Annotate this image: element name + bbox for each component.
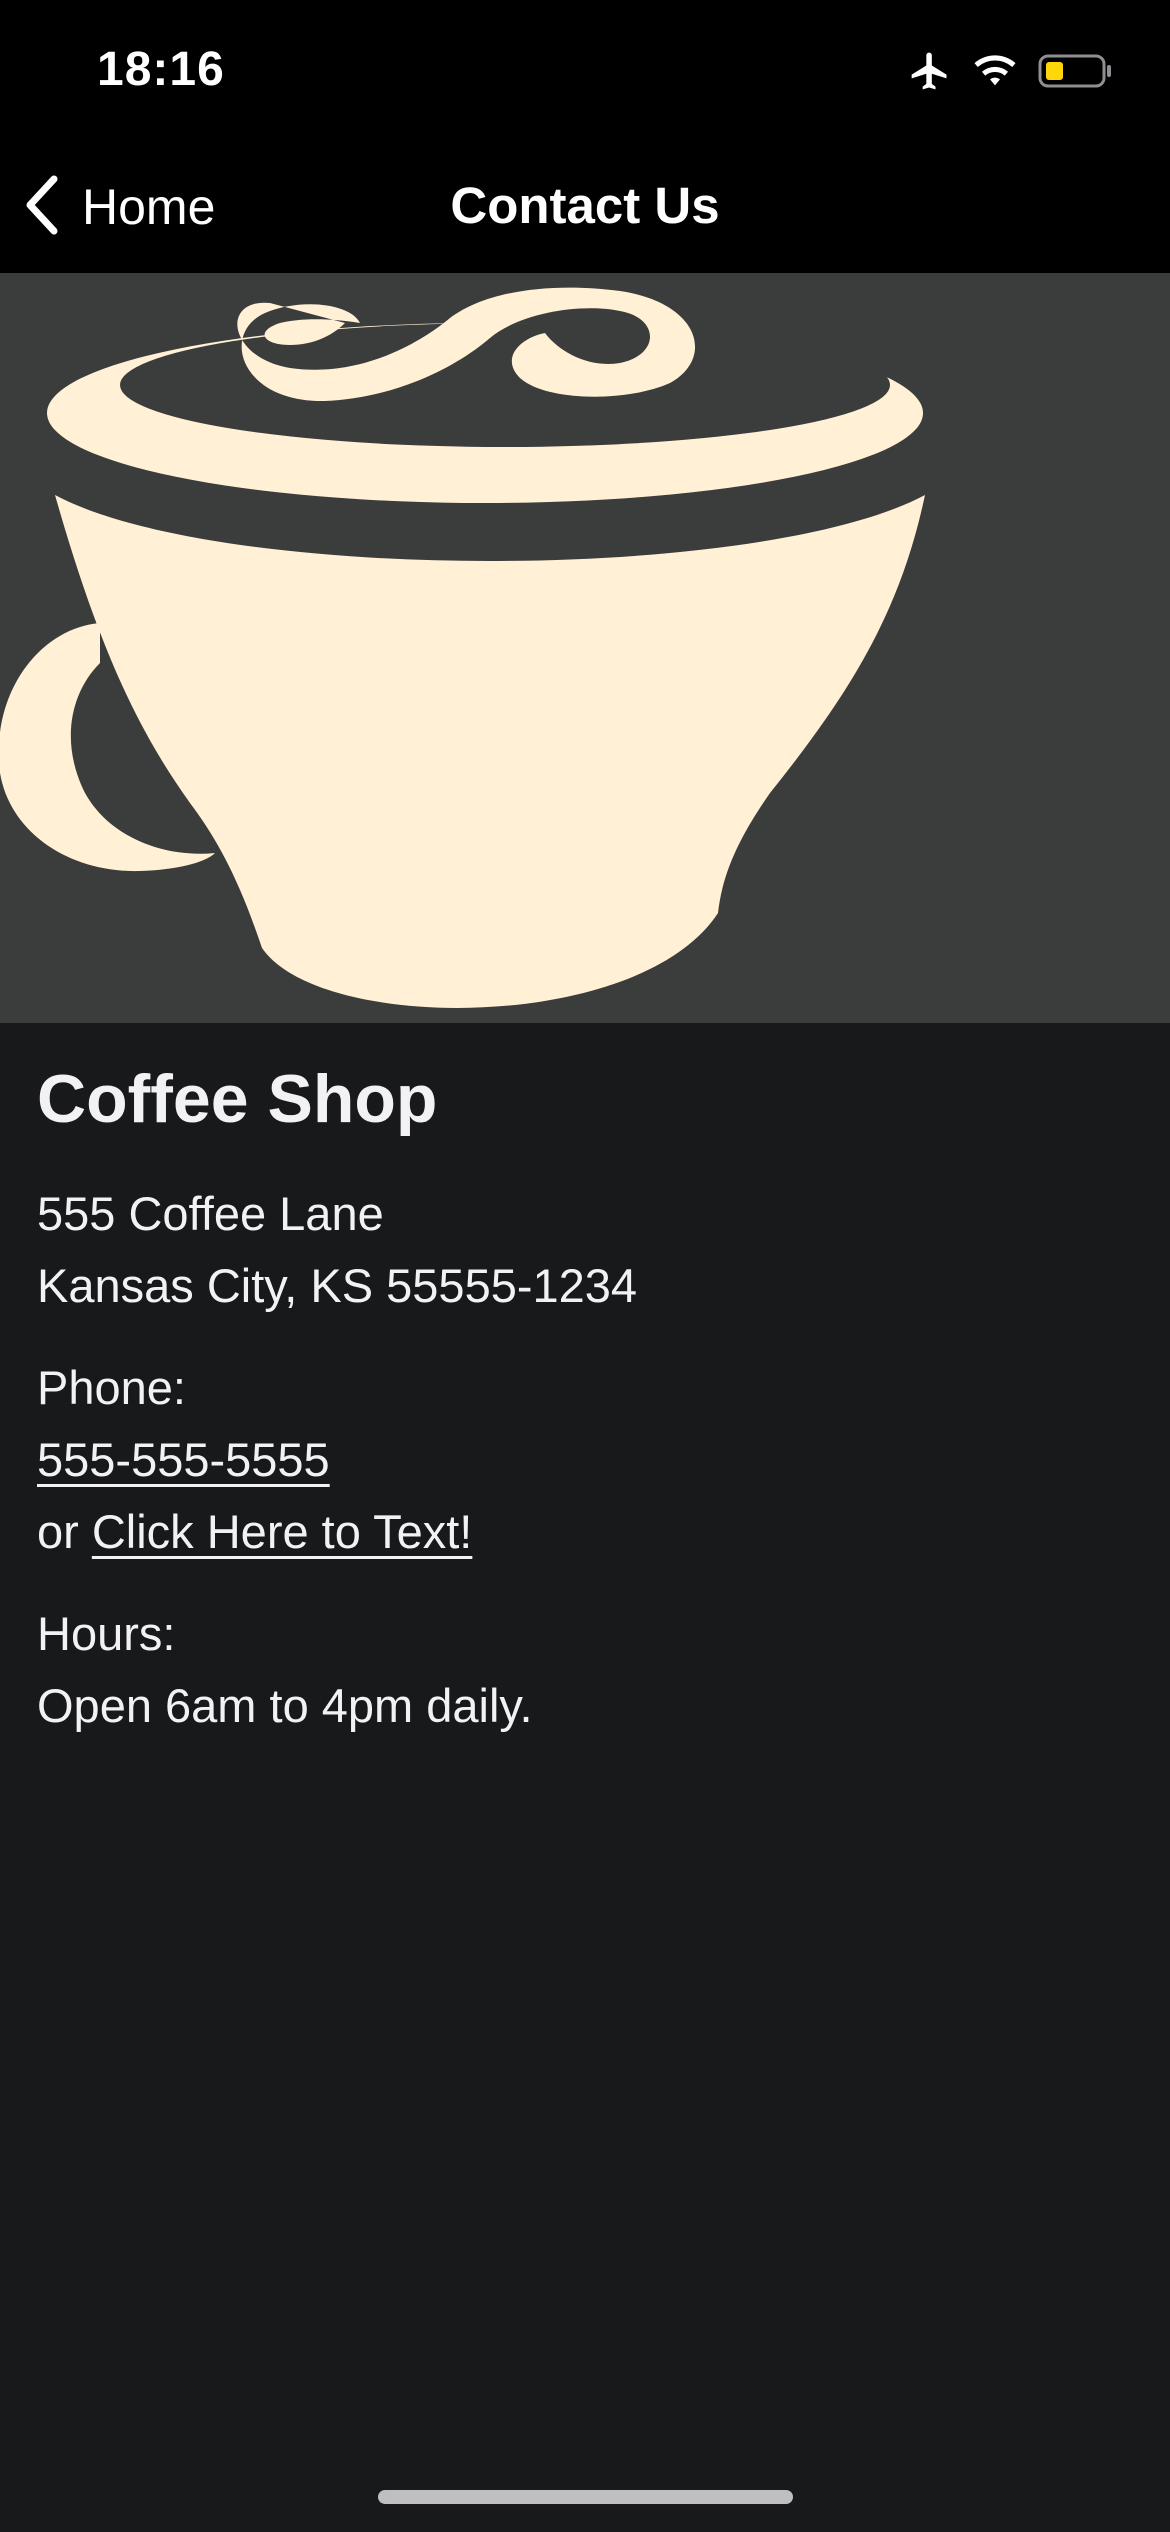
wifi-icon bbox=[972, 51, 1018, 96]
phone-label: Phone: bbox=[37, 1361, 186, 1414]
hours-value: Open 6am to 4pm daily. bbox=[37, 1679, 533, 1732]
page-title: Contact Us bbox=[450, 177, 720, 234]
battery-icon bbox=[1038, 53, 1114, 94]
address-line-2: Kansas City, KS 55555-1234 bbox=[37, 1259, 638, 1312]
airplane-icon bbox=[908, 49, 952, 98]
text-row: or Click Here to Text! bbox=[37, 1496, 1137, 1568]
contact-info: Coffee Shop 555 Coffee Lane Kansas City,… bbox=[37, 1060, 1137, 1742]
home-indicator[interactable] bbox=[378, 2490, 793, 2504]
status-bar: 18:16 bbox=[0, 0, 1170, 140]
coffee-cup-illustration bbox=[0, 287, 925, 1008]
text-link[interactable]: Click Here to Text! bbox=[92, 1505, 472, 1558]
shop-name: Coffee Shop bbox=[37, 1061, 438, 1137]
status-time: 18:16 bbox=[97, 43, 225, 96]
hero-image bbox=[0, 273, 1170, 1023]
phone-link[interactable]: 555-555-5555 bbox=[37, 1433, 330, 1486]
text-prefix: or bbox=[37, 1505, 92, 1558]
navigation-bar: Home Contact Us bbox=[0, 140, 1170, 273]
status-icons bbox=[908, 48, 1114, 98]
address-line-1: 555 Coffee Lane bbox=[37, 1187, 384, 1240]
hours-label: Hours: bbox=[37, 1607, 176, 1660]
phone-row: 555-555-5555 bbox=[37, 1424, 1137, 1496]
